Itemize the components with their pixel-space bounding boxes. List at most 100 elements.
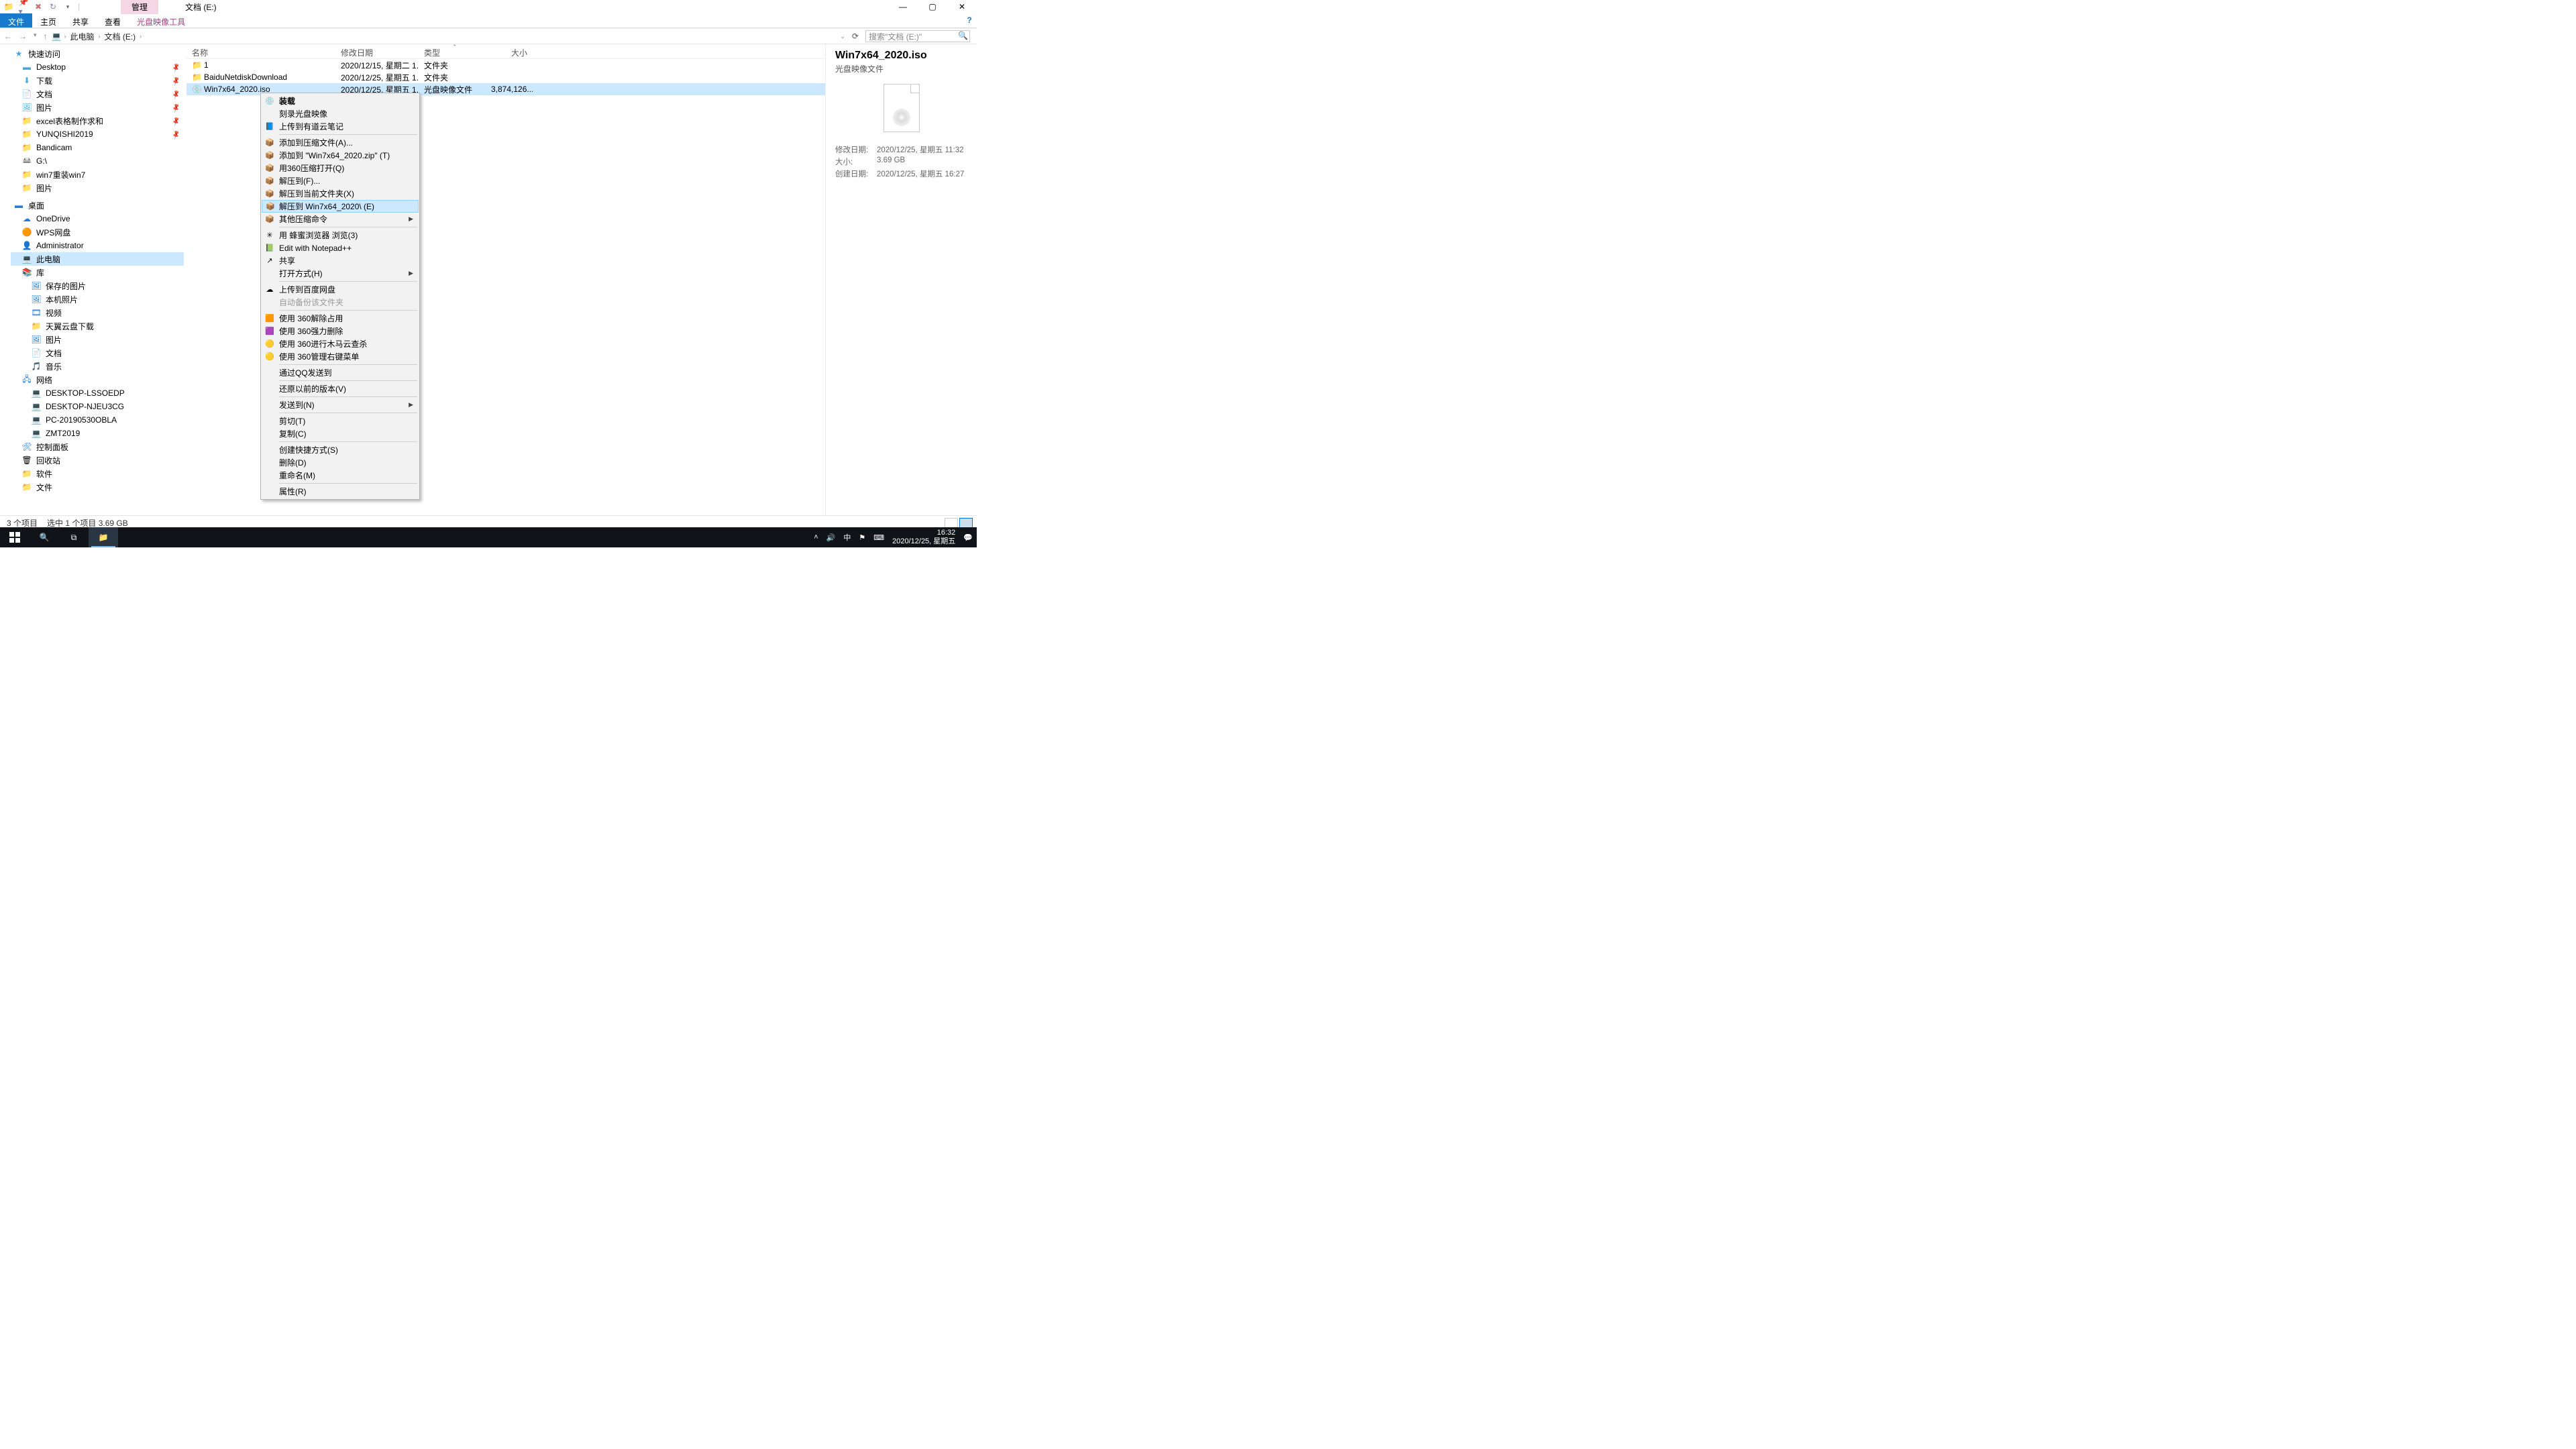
- context-menu-item[interactable]: 📦添加到压缩文件(A)...: [262, 136, 419, 149]
- context-menu-item[interactable]: 属性(R): [262, 485, 419, 498]
- search-button[interactable]: 🔍: [30, 527, 59, 547]
- tree-pc2[interactable]: 💻DESKTOP-NJEU3CG: [11, 400, 184, 413]
- close-qat-icon[interactable]: ✖: [34, 2, 43, 11]
- tree-yunqishi[interactable]: 📁YUNQISHI2019📌: [11, 127, 184, 141]
- tree-win7re[interactable]: 📁win7重装win7: [11, 168, 184, 181]
- tree-desktop-zh[interactable]: ▬桌面: [11, 199, 184, 212]
- tree-gdrive[interactable]: 🖴G:\: [11, 154, 184, 168]
- ribbon-tab-tools[interactable]: 光盘映像工具: [129, 13, 193, 28]
- tray-flag-icon[interactable]: ⚑: [859, 533, 865, 542]
- close-button[interactable]: ✕: [947, 0, 977, 13]
- context-menu-item[interactable]: 📦添加到 "Win7x64_2020.zip" (T): [262, 149, 419, 162]
- explorer-taskbar-icon[interactable]: 📁: [89, 527, 118, 547]
- context-menu-item[interactable]: 发送到(N)▶: [262, 398, 419, 411]
- tree-pictures[interactable]: 🖼图片📌: [11, 101, 184, 114]
- context-menu-item[interactable]: 📦其他压缩命令▶: [262, 213, 419, 225]
- chevron-right-icon[interactable]: ›: [99, 33, 101, 40]
- tree-localpics[interactable]: 🖼本机照片: [11, 292, 184, 306]
- tree-music[interactable]: 🎵音乐: [11, 360, 184, 373]
- context-menu-item[interactable]: 🟧使用 360解除占用: [262, 312, 419, 325]
- ribbon-tab-home[interactable]: 主页: [32, 13, 64, 28]
- address-dropdown-icon[interactable]: ⌄: [840, 33, 845, 40]
- breadcrumb-root[interactable]: 此电脑: [68, 30, 95, 44]
- qat-dropdown-icon[interactable]: ▾: [63, 2, 72, 11]
- context-menu-item[interactable]: 📦解压到(F)...: [262, 174, 419, 187]
- context-menu-item[interactable]: 📗Edit with Notepad++: [262, 241, 419, 254]
- tree-network[interactable]: 🖧网络: [11, 373, 184, 386]
- tray-volume-icon[interactable]: 🔊: [826, 533, 836, 542]
- refresh-button[interactable]: ⟳: [852, 32, 859, 41]
- tree-onedrive[interactable]: ☁OneDrive: [11, 212, 184, 225]
- maximize-button[interactable]: ▢: [918, 0, 947, 13]
- search-input[interactable]: 搜索"文档 (E:)" 🔍: [865, 30, 970, 42]
- column-name[interactable]: 名称: [186, 44, 335, 58]
- tree-pc3[interactable]: 💻PC-20190530OBLA: [11, 413, 184, 427]
- tray-chevron-up-icon[interactable]: ˄: [814, 533, 818, 541]
- tree-savedpics[interactable]: 🖼保存的图片: [11, 279, 184, 292]
- context-menu-item[interactable]: 复制(C): [262, 427, 419, 440]
- ribbon-tab-share[interactable]: 共享: [64, 13, 97, 28]
- context-menu-item[interactable]: 📦解压到当前文件夹(X): [262, 187, 419, 200]
- chevron-right-icon[interactable]: ›: [64, 33, 66, 40]
- tree-files[interactable]: 📁文件: [11, 480, 184, 494]
- tree-pc4[interactable]: 💻ZMT2019: [11, 427, 184, 440]
- column-date[interactable]: 修改日期: [335, 44, 419, 58]
- context-menu-item[interactable]: 创建快捷方式(S): [262, 443, 419, 456]
- contextual-tab-manage[interactable]: 管理: [121, 0, 158, 14]
- tree-thispc[interactable]: 💻此电脑: [11, 252, 184, 266]
- context-menu-item[interactable]: 删除(D): [262, 456, 419, 469]
- breadcrumb[interactable]: 💻 › 此电脑 › 文档 (E:) ›: [52, 30, 837, 44]
- tray-ime-icon[interactable]: 中: [843, 532, 851, 543]
- tree-pc1[interactable]: 💻DESKTOP-LSSOEDP: [11, 386, 184, 400]
- table-row[interactable]: 📁BaiduNetdiskDownload2020/12/25, 星期五 1..…: [186, 71, 825, 83]
- history-dropdown-icon[interactable]: ▾: [34, 32, 37, 41]
- context-menu-item[interactable]: 📦解压到 Win7x64_2020\ (E): [262, 200, 419, 213]
- search-icon[interactable]: 🔍: [958, 31, 968, 40]
- redo-icon[interactable]: ↻: [48, 2, 58, 11]
- back-button[interactable]: ←: [4, 32, 12, 41]
- forward-button[interactable]: →: [19, 32, 27, 41]
- tree-pictures2[interactable]: 🖼图片: [11, 333, 184, 346]
- tree-excel[interactable]: 📁excel表格制作求和📌: [11, 114, 184, 127]
- context-menu-item[interactable]: 💿装载: [262, 95, 419, 107]
- taskview-button[interactable]: ⧉: [59, 527, 89, 547]
- tree-quick-access[interactable]: ★快速访问: [11, 47, 184, 60]
- context-menu-item[interactable]: 刻录光盘映像: [262, 107, 419, 120]
- tree-docs2[interactable]: 📄文档: [11, 346, 184, 360]
- table-row[interactable]: 📁12020/12/15, 星期二 1...文件夹: [186, 59, 825, 71]
- pin-dropdown-icon[interactable]: 📌▾: [19, 2, 28, 11]
- context-menu-item[interactable]: 🟪使用 360强力删除: [262, 325, 419, 337]
- tree-recycle[interactable]: 🗑回收站: [11, 453, 184, 467]
- column-size[interactable]: 大小: [486, 44, 533, 58]
- tree-pics2[interactable]: 📁图片: [11, 181, 184, 195]
- context-menu-item[interactable]: 打开方式(H)▶: [262, 267, 419, 280]
- context-menu-item[interactable]: ☁上传到百度网盘: [262, 283, 419, 296]
- help-icon[interactable]: ?: [962, 13, 977, 28]
- minimize-button[interactable]: —: [888, 0, 918, 13]
- context-menu-item[interactable]: 📘上传到有道云笔记: [262, 120, 419, 133]
- context-menu-item[interactable]: ↗共享: [262, 254, 419, 267]
- context-menu-item[interactable]: 通过QQ发送到: [262, 366, 419, 379]
- context-menu-item[interactable]: 🟡使用 360管理右键菜单: [262, 350, 419, 363]
- up-button[interactable]: ↑: [44, 32, 48, 41]
- tree-desktop[interactable]: ▬Desktop📌: [11, 60, 184, 74]
- context-menu-item[interactable]: 📦用360压缩打开(Q): [262, 162, 419, 174]
- context-menu-item[interactable]: 🟡使用 360进行木马云查杀: [262, 337, 419, 350]
- tree-wps[interactable]: 🟠WPS网盘: [11, 225, 184, 239]
- tree-bandicam[interactable]: 📁Bandicam: [11, 141, 184, 154]
- ribbon-tab-view[interactable]: 查看: [97, 13, 129, 28]
- tree-ctrlpanel[interactable]: 🛠控制面板: [11, 440, 184, 453]
- context-menu-item[interactable]: 剪切(T): [262, 415, 419, 427]
- breadcrumb-drive[interactable]: 文档 (E:): [103, 30, 138, 44]
- context-menu-item[interactable]: 重命名(M): [262, 469, 419, 482]
- tree-tianyi[interactable]: 📁天翼云盘下载: [11, 319, 184, 333]
- tree-documents[interactable]: 📄文档📌: [11, 87, 184, 101]
- context-menu-item[interactable]: ✳用 蜂蜜浏览器 浏览(3): [262, 229, 419, 241]
- start-button[interactable]: [0, 527, 30, 547]
- tree-admin[interactable]: 👤Administrator: [11, 239, 184, 252]
- chevron-right-icon[interactable]: ›: [140, 33, 142, 40]
- tree-library[interactable]: 📚库: [11, 266, 184, 279]
- tray-keyboard-icon[interactable]: ⌨: [873, 533, 884, 542]
- tree-video[interactable]: 🎞视频: [11, 306, 184, 319]
- tree-downloads[interactable]: ⬇下载📌: [11, 74, 184, 87]
